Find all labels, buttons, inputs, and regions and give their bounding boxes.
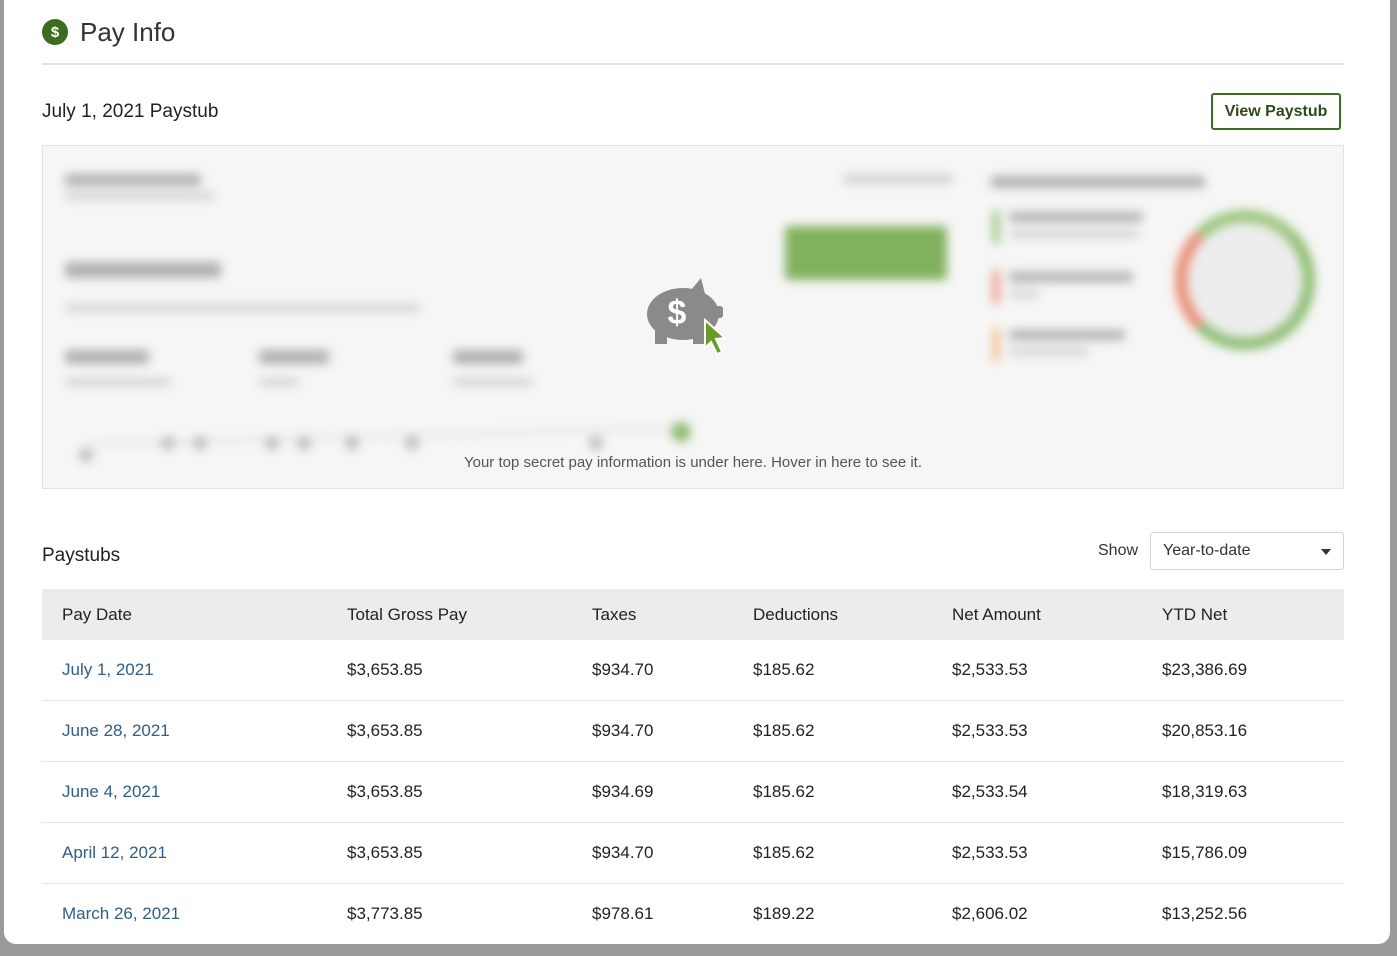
secret-message: Your top secret pay information is under… <box>463 454 923 471</box>
gross-pay: $3,653.85 <box>347 782 423 801</box>
net-amount: $2,606.02 <box>952 904 1028 923</box>
ytd-net: $15,786.09 <box>1162 843 1248 862</box>
pay-date-link[interactable]: June 4, 2021 <box>62 782 160 802</box>
deductions: $185.62 <box>753 721 815 740</box>
deductions: $189.22 <box>753 904 815 923</box>
deductions: $185.62 <box>753 843 815 862</box>
gross-pay: $3,653.85 <box>347 843 423 862</box>
gross-pay: $3,653.85 <box>347 660 423 679</box>
table-row: July 1, 2021 $3,653.85 $934.70 $185.62 $… <box>42 640 1344 701</box>
table-row: June 4, 2021 $3,653.85 $934.69 $185.62 $… <box>42 762 1344 823</box>
col-deductions[interactable]: Deductions <box>753 605 838 625</box>
col-total-gross-pay[interactable]: Total Gross Pay <box>347 605 467 625</box>
pay-date-link[interactable]: June 28, 2021 <box>62 721 170 741</box>
period-select-value: Year-to-date <box>1163 542 1251 559</box>
dollar-circle-icon: $ <box>42 19 68 45</box>
col-ytd-net[interactable]: YTD Net <box>1162 605 1227 625</box>
period-select[interactable]: Year-to-date <box>1150 532 1344 570</box>
deductions: $185.62 <box>753 660 815 679</box>
page-title: Pay Info <box>80 16 176 47</box>
pay-date-link[interactable]: July 1, 2021 <box>62 660 154 680</box>
secret-pay-panel[interactable]: $ Your top secret pay information is und… <box>42 145 1344 489</box>
piggy-bank-icon: $ <box>647 278 728 356</box>
paystubs-title: Paystubs <box>42 545 121 566</box>
paystub-title: July 1, 2021 Paystub <box>42 101 219 122</box>
paystubs-table: Pay Date Total Gross Pay Taxes Deduction… <box>42 589 1344 944</box>
table-header: Pay Date Total Gross Pay Taxes Deduction… <box>42 589 1344 640</box>
gross-pay: $3,653.85 <box>347 721 423 740</box>
table-row: June 28, 2021 $3,653.85 $934.70 $185.62 … <box>42 701 1344 762</box>
pay-date-link[interactable]: April 12, 2021 <box>62 843 167 863</box>
taxes: $934.70 <box>592 721 654 740</box>
net-amount: $2,533.53 <box>952 721 1028 740</box>
ytd-net: $23,386.69 <box>1162 660 1248 679</box>
gross-pay: $3,773.85 <box>347 904 423 923</box>
taxes: $978.61 <box>592 904 654 923</box>
show-label: Show <box>1098 542 1139 559</box>
header-divider <box>42 63 1344 65</box>
net-amount: $2,533.54 <box>952 782 1028 801</box>
pay-date-link[interactable]: March 26, 2021 <box>62 904 180 924</box>
table-row: April 12, 2021 $3,653.85 $934.70 $185.62… <box>42 823 1344 884</box>
view-paystub-button[interactable]: View Paystub <box>1211 93 1341 130</box>
taxes: $934.69 <box>592 782 654 801</box>
svg-text:$: $ <box>668 294 687 332</box>
col-taxes[interactable]: Taxes <box>592 605 636 625</box>
page-header: $ Pay Info <box>42 12 175 52</box>
ytd-net: $13,252.56 <box>1162 904 1248 923</box>
ytd-net: $18,319.63 <box>1162 782 1248 801</box>
chevron-down-icon <box>1321 549 1331 555</box>
pay-info-window: $ Pay Info July 1, 2021 Paystub View Pay… <box>4 0 1390 944</box>
net-amount: $2,533.53 <box>952 660 1028 679</box>
table-row: March 26, 2021 $3,773.85 $978.61 $189.22… <box>42 884 1344 944</box>
deductions: $185.62 <box>753 782 815 801</box>
col-net-amount[interactable]: Net Amount <box>952 605 1041 625</box>
taxes: $934.70 <box>592 660 654 679</box>
net-amount: $2,533.53 <box>952 843 1028 862</box>
ytd-net: $20,853.16 <box>1162 721 1248 740</box>
taxes: $934.70 <box>592 843 654 862</box>
col-pay-date[interactable]: Pay Date <box>62 605 132 625</box>
